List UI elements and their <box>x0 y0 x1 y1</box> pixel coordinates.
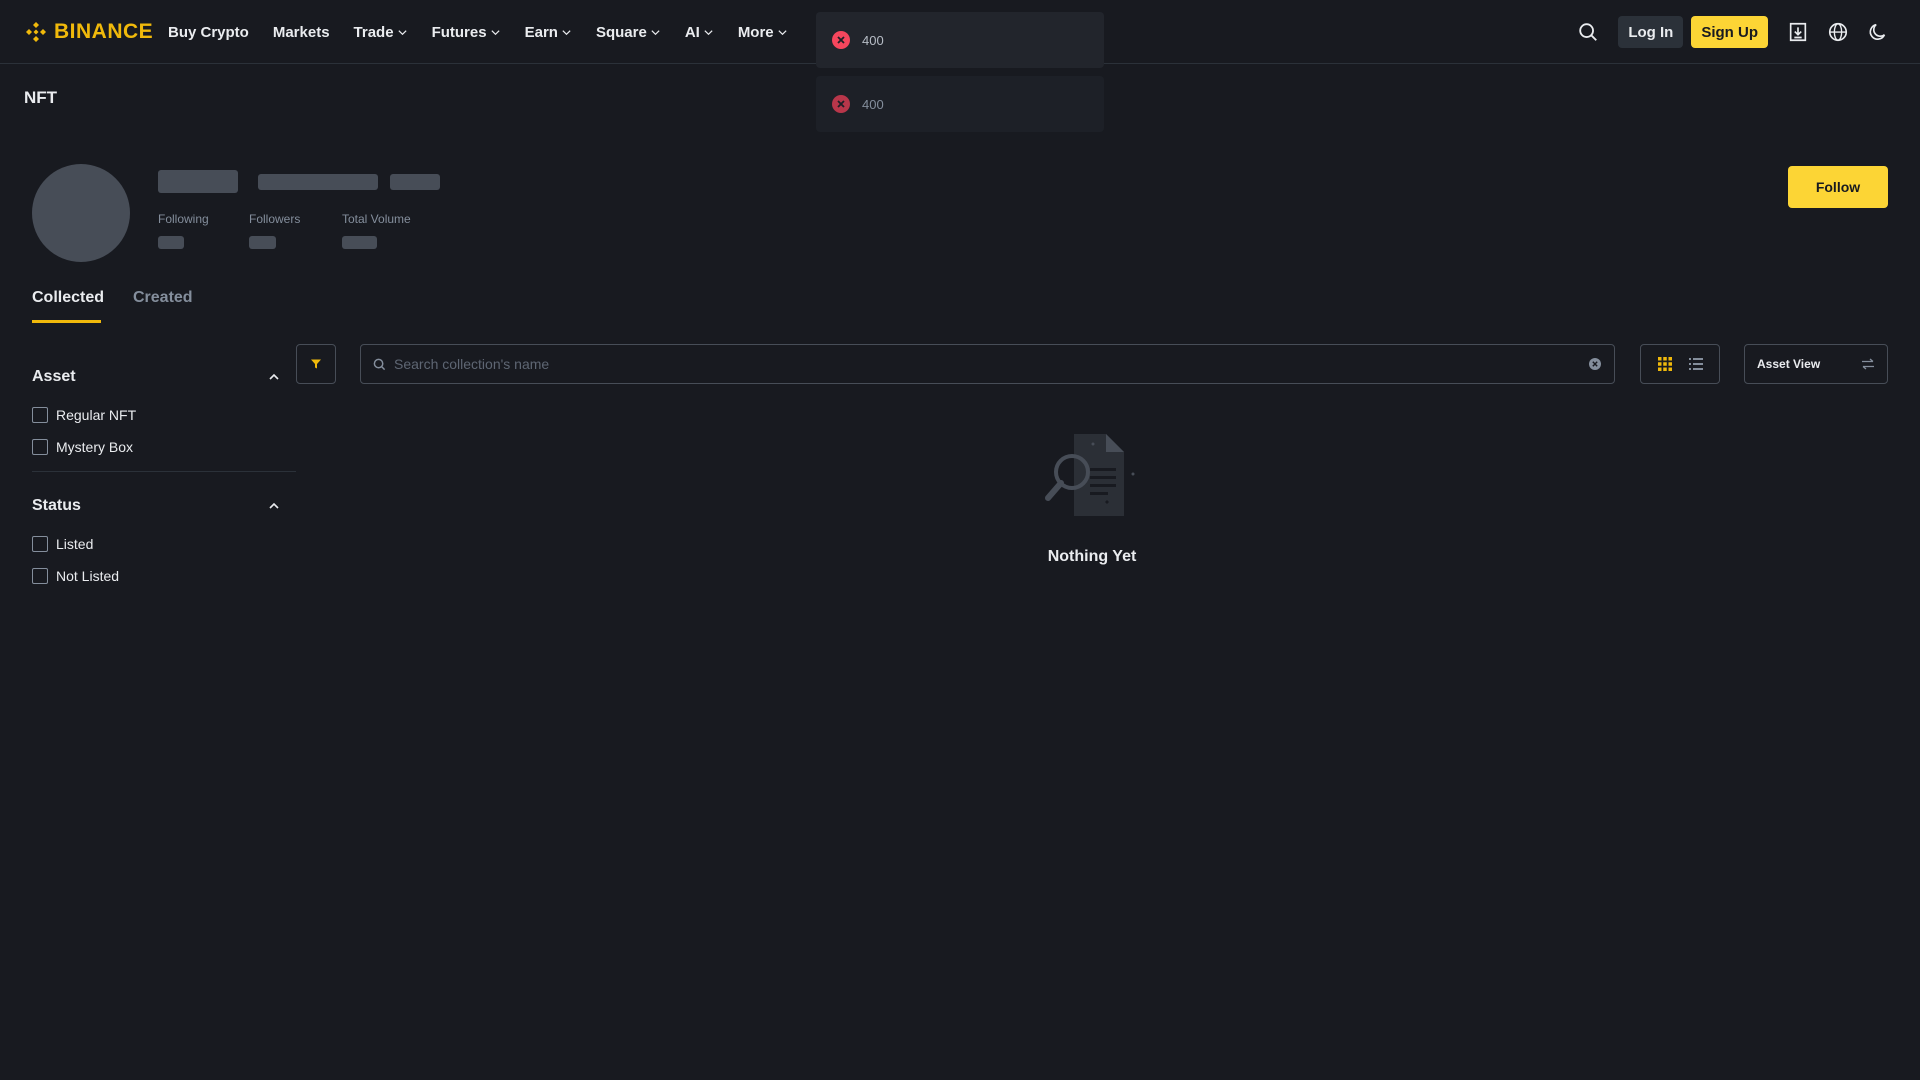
chevron-down-icon <box>397 29 407 35</box>
error-x-icon <box>832 31 850 49</box>
total-volume-label: Total Volume <box>342 212 411 226</box>
following-label: Following <box>158 212 209 226</box>
no-results-magnifier-icon <box>1045 434 1135 516</box>
collection-search[interactable] <box>360 344 1615 384</box>
nav-markets[interactable]: Markets <box>273 24 330 41</box>
swap-arrows-icon <box>1862 358 1874 370</box>
chevron-down-icon <box>778 29 787 35</box>
tab-created[interactable]: Created <box>133 289 193 307</box>
tab-collected[interactable]: Collected <box>32 289 104 307</box>
nav-label: Futures <box>431 23 487 41</box>
filter-option-label: Listed <box>56 536 94 552</box>
nav-label: Trade <box>353 23 394 41</box>
dark-mode-moon-icon[interactable] <box>1866 20 1890 44</box>
filter-divider <box>32 471 296 472</box>
filter-option-regular-nft[interactable]: Regular NFT <box>32 407 136 423</box>
filter-title: Status <box>32 497 81 514</box>
nav-ai[interactable]: AI <box>685 24 714 41</box>
nav-futures[interactable]: Futures <box>432 24 501 41</box>
nav-trade[interactable]: Trade <box>354 24 408 41</box>
checkbox[interactable] <box>32 568 48 584</box>
binance-logo[interactable]: BINANCE <box>24 19 153 45</box>
nav-label: More <box>737 23 774 41</box>
filter-option-not-listed[interactable]: Not Listed <box>32 568 119 584</box>
list-view-icon[interactable] <box>1688 357 1703 371</box>
search-icon <box>373 358 386 370</box>
login-button[interactable]: Log In <box>1618 16 1684 48</box>
header-icon-group <box>1786 20 1890 44</box>
username-skeleton <box>158 170 238 193</box>
logo-text: BINANCE <box>54 20 154 43</box>
search-icon[interactable] <box>1576 20 1600 44</box>
following-value-skeleton <box>158 236 184 249</box>
chevron-down-icon <box>562 29 571 35</box>
address-skeleton <box>258 174 378 190</box>
chevron-up-icon <box>269 373 279 380</box>
chevron-up-icon <box>269 502 279 509</box>
error-x-icon <box>832 95 850 113</box>
error-toast: 400 <box>816 76 1104 132</box>
checkbox[interactable] <box>32 536 48 552</box>
chevron-down-icon <box>491 29 500 35</box>
empty-state-message: Nothing Yet <box>1047 548 1137 565</box>
filter-option-label: Regular NFT <box>56 407 137 423</box>
chevron-down-icon <box>704 29 713 35</box>
filter-option-label: Mystery Box <box>56 439 134 455</box>
main-nav: Buy Crypto Markets Trade Futures Earn Sq… <box>168 0 788 64</box>
filter-title: Asset <box>32 368 76 385</box>
nav-label: Earn <box>524 23 558 41</box>
header-tools: Log In Sign Up <box>1576 0 1890 64</box>
follow-button[interactable]: Follow <box>1788 166 1888 208</box>
toast-message: 400 <box>862 32 884 48</box>
filter-option-listed[interactable]: Listed <box>32 536 93 552</box>
checkbox[interactable] <box>32 439 48 455</box>
filter-option-mystery-box[interactable]: Mystery Box <box>32 439 133 455</box>
nav-more[interactable]: More <box>738 24 788 41</box>
download-icon[interactable] <box>1786 20 1810 44</box>
grid-view-icon[interactable] <box>1657 357 1672 371</box>
followers-value-skeleton <box>249 236 276 249</box>
search-input[interactable] <box>394 356 1588 372</box>
view-mode-toggle <box>1640 344 1720 384</box>
active-tab-indicator <box>32 320 101 323</box>
volume-value-skeleton <box>342 236 377 249</box>
chevron-down-icon <box>651 29 660 35</box>
asset-view-dropdown[interactable]: Asset View <box>1744 344 1888 384</box>
binance-logo-icon <box>26 22 46 42</box>
nav-label: Buy Crypto <box>168 23 249 41</box>
error-toast: 400 <box>816 12 1104 68</box>
filter-toggle-button[interactable] <box>296 344 336 384</box>
nav-square[interactable]: Square <box>596 24 661 41</box>
filter-option-label: Not Listed <box>56 568 120 584</box>
avatar-placeholder <box>32 164 130 262</box>
followers-label: Followers <box>249 212 301 226</box>
checkbox[interactable] <box>32 407 48 423</box>
filter-status-header[interactable]: Status <box>32 497 280 515</box>
nav-label: Square <box>595 23 647 41</box>
clear-circle-icon[interactable] <box>1588 357 1602 371</box>
page-title: NFT <box>24 88 58 107</box>
asset-view-label: Asset View <box>1757 357 1821 371</box>
globe-icon[interactable] <box>1826 20 1850 44</box>
nav-label: AI <box>684 23 700 41</box>
funnel-icon <box>311 359 321 369</box>
nav-earn[interactable]: Earn <box>525 24 572 41</box>
filter-asset-header[interactable]: Asset <box>32 368 280 386</box>
nav-buy-crypto[interactable]: Buy Crypto <box>168 24 249 41</box>
tag-skeleton <box>390 174 440 190</box>
toast-message: 400 <box>862 96 884 112</box>
signup-button[interactable]: Sign Up <box>1691 16 1768 48</box>
nav-label: Markets <box>272 23 330 41</box>
